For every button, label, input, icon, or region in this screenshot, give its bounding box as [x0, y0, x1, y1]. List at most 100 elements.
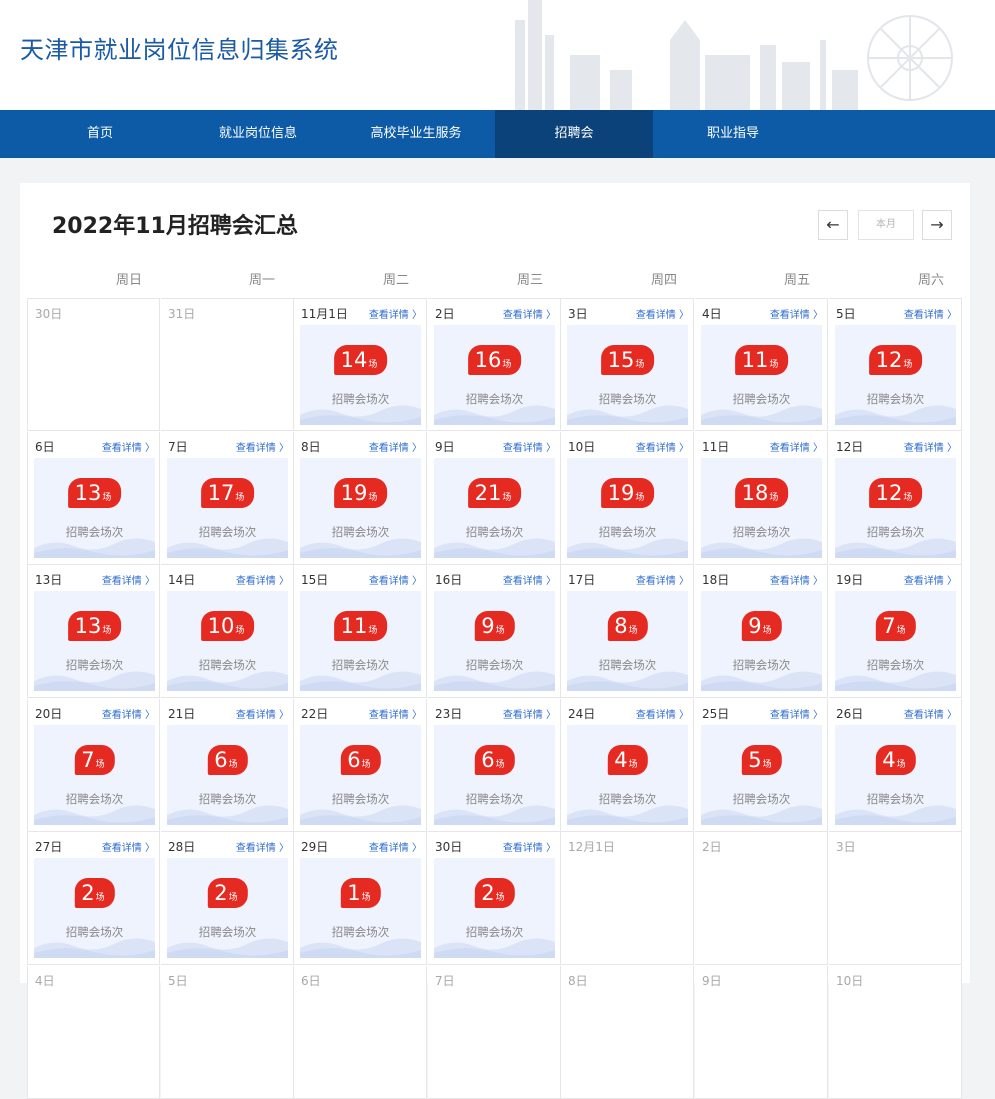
view-details-link[interactable]: 查看详情 〉 [236, 706, 289, 721]
job-fair-count-card[interactable]: 7场 招聘会场次 [835, 591, 956, 691]
job-fair-count-card[interactable]: 13场 招聘会场次 [34, 458, 155, 558]
view-details-link[interactable]: 查看详情 〉 [904, 706, 957, 721]
prev-month-button[interactable]: ← [818, 210, 848, 240]
view-details-link[interactable]: 查看详情 〉 [503, 306, 556, 321]
job-fair-count-card[interactable]: 16场 招聘会场次 [434, 325, 555, 425]
view-details-link[interactable]: 查看详情 〉 [770, 439, 823, 454]
job-fair-count-card[interactable]: 2场 招聘会场次 [34, 858, 155, 958]
job-fair-count-card[interactable]: 18场 招聘会场次 [701, 458, 822, 558]
view-details-link[interactable]: 查看详情 〉 [236, 839, 289, 854]
job-fair-count-card[interactable]: 10场 招聘会场次 [167, 591, 288, 691]
job-fair-count-card[interactable]: 6场 招聘会场次 [167, 725, 288, 825]
view-details-link[interactable]: 查看详情 〉 [904, 572, 957, 587]
job-fair-count-card[interactable]: 4场 招聘会场次 [567, 725, 688, 825]
view-details-link[interactable]: 查看详情 〉 [636, 572, 689, 587]
next-month-button[interactable]: → [922, 210, 952, 240]
count-unit: 场 [95, 893, 105, 903]
job-fair-count-card[interactable]: 19场 招聘会场次 [567, 458, 688, 558]
job-fair-count-card[interactable]: 7场 招聘会场次 [34, 725, 155, 825]
job-fair-count-card[interactable]: 13场 招聘会场次 [34, 591, 155, 691]
nav-career-guidance[interactable]: 职业指导 [653, 110, 813, 158]
view-details-link[interactable]: 查看详情 〉 [369, 839, 422, 854]
day-label: 4日 [35, 974, 55, 988]
day-label: 5日 [836, 307, 856, 321]
count-badge: 2场 [474, 878, 515, 908]
view-details-link[interactable]: 查看详情 〉 [636, 306, 689, 321]
view-details-link[interactable]: 查看详情 〉 [102, 572, 155, 587]
calendar-title: 2022年11月招聘会汇总 [52, 214, 298, 239]
view-details-link[interactable]: 查看详情 〉 [770, 572, 823, 587]
view-details-link[interactable]: 查看详情 〉 [369, 572, 422, 587]
day-label: 21日 [168, 707, 196, 721]
count-caption: 招聘会场次 [732, 525, 791, 539]
job-fair-count-card[interactable]: 9场 招聘会场次 [434, 591, 555, 691]
view-details-link[interactable]: 查看详情 〉 [770, 306, 823, 321]
view-details-link[interactable]: 查看详情 〉 [236, 572, 289, 587]
view-details-link[interactable]: 查看详情 〉 [904, 439, 957, 454]
day-label: 10日 [568, 440, 596, 454]
view-details-link[interactable]: 查看详情 〉 [102, 706, 155, 721]
job-fair-count-card[interactable]: 2场 招聘会场次 [167, 858, 288, 958]
job-fair-count-card[interactable]: 9场 招聘会场次 [701, 591, 822, 691]
this-month-button[interactable]: 本月 [858, 210, 914, 240]
weekday-label: 周五 [783, 273, 810, 288]
job-fair-count-card[interactable]: 6场 招聘会场次 [434, 725, 555, 825]
day-label: 14日 [168, 573, 196, 587]
count-caption: 招聘会场次 [65, 792, 124, 806]
job-fair-count-card[interactable]: 12场 招聘会场次 [835, 325, 956, 425]
job-fair-count-card[interactable]: 11场 招聘会场次 [701, 325, 822, 425]
view-details-link[interactable]: 查看详情 〉 [636, 706, 689, 721]
job-fair-count-card[interactable]: 8场 招聘会场次 [567, 591, 688, 691]
count-badge: 2场 [207, 878, 248, 908]
job-fair-count-card[interactable]: 5场 招聘会场次 [701, 725, 822, 825]
nav-graduate-services[interactable]: 高校毕业生服务 [336, 110, 496, 158]
view-details-link[interactable]: 查看详情 〉 [102, 839, 155, 854]
day-label: 2日 [435, 307, 455, 321]
view-details-link[interactable]: 查看详情 〉 [904, 306, 957, 321]
view-details-link[interactable]: 查看详情 〉 [503, 706, 556, 721]
count-caption: 招聘会场次 [866, 525, 925, 539]
count-unit: 场 [495, 760, 505, 770]
nav-job-info[interactable]: 就业岗位信息 [180, 110, 336, 158]
view-details-link[interactable]: 查看详情 〉 [503, 839, 556, 854]
count-unit: 场 [228, 760, 238, 770]
view-details-link[interactable]: 查看详情 〉 [102, 439, 155, 454]
job-fair-count-card[interactable]: 2场 招聘会场次 [434, 858, 555, 958]
day-label: 18日 [702, 573, 730, 587]
view-details-link[interactable]: 查看详情 〉 [369, 439, 422, 454]
day-label: 19日 [836, 573, 864, 587]
job-fair-count-card[interactable]: 11场 招聘会场次 [300, 591, 421, 691]
day-label: 3日 [568, 307, 588, 321]
day-label: 6日 [35, 440, 55, 454]
job-fair-count-card[interactable]: 19场 招聘会场次 [300, 458, 421, 558]
job-fair-count-card[interactable]: 14场 招聘会场次 [300, 325, 421, 425]
day-label: 16日 [435, 573, 463, 587]
nav-job-fairs[interactable]: 招聘会 [495, 110, 653, 158]
count-number: 17 [207, 481, 235, 505]
job-fair-count-card[interactable]: 17场 招聘会场次 [167, 458, 288, 558]
count-badge: 13场 [67, 611, 122, 641]
job-fair-count-card[interactable]: 1场 招聘会场次 [300, 858, 421, 958]
view-details-link[interactable]: 查看详情 〉 [369, 306, 422, 321]
view-details-link[interactable]: 查看详情 〉 [770, 706, 823, 721]
view-details-link[interactable]: 查看详情 〉 [636, 439, 689, 454]
weekday-label: 周二 [382, 273, 409, 288]
job-fair-count-card[interactable]: 21场 招聘会场次 [434, 458, 555, 558]
day-label: 12日 [836, 440, 864, 454]
job-fair-count-card[interactable]: 6场 招聘会场次 [300, 725, 421, 825]
view-details-link[interactable]: 查看详情 〉 [503, 439, 556, 454]
count-unit: 场 [635, 360, 645, 370]
calendar-day-cell: 3日 查看详情 〉 15场 招聘会场次 [561, 298, 694, 431]
job-fair-count-card[interactable]: 12场 招聘会场次 [835, 458, 956, 558]
view-details-link[interactable]: 查看详情 〉 [369, 706, 422, 721]
view-details-link[interactable]: 查看详情 〉 [503, 572, 556, 587]
job-fair-count-card[interactable]: 4场 招聘会场次 [835, 725, 956, 825]
view-details-link[interactable]: 查看详情 〉 [236, 439, 289, 454]
count-unit: 场 [368, 493, 378, 503]
calendar-day-cell: 19日 查看详情 〉 7场 招聘会场次 [829, 565, 962, 698]
weekday-label: 周日 [115, 273, 142, 288]
nav-home[interactable]: 首页 [20, 110, 180, 158]
calendar-day-cell: 11日 查看详情 〉 18场 招聘会场次 [695, 432, 828, 565]
calendar-day-cell: 16日 查看详情 〉 9场 招聘会场次 [428, 565, 561, 698]
job-fair-count-card[interactable]: 15场 招聘会场次 [567, 325, 688, 425]
